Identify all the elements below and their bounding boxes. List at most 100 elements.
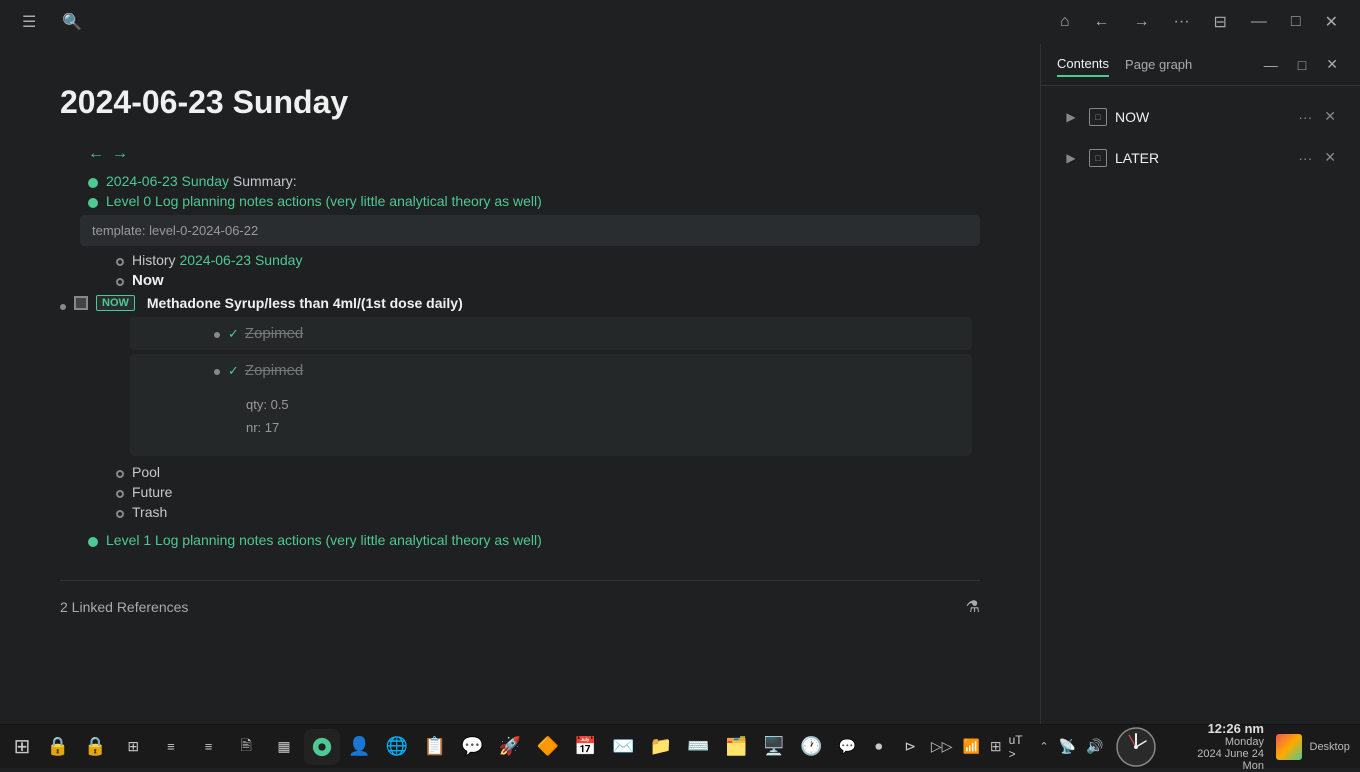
taskbar-calendar[interactable]: 📅 [568,729,604,765]
sidebar-actions: — □ ✕ [1258,52,1344,77]
close-button[interactable]: ✕ [1319,8,1344,36]
sidebar-tabs: Contents Page graph — □ ✕ [1041,44,1360,86]
taskbar-vlc[interactable]: 🔶 [530,729,566,765]
taskbar-grid1[interactable]: ⊞ [115,729,151,765]
menu-button[interactable]: ☰ [16,8,42,36]
tray-obs[interactable]: ⏺ [865,733,893,761]
sidebar-item-now[interactable]: ▶ □ NOW ··· ✕ [1053,98,1348,135]
sidebar-more-now[interactable]: ··· [1294,107,1316,127]
topbar-left: ☰ 🔍 [16,8,88,36]
taskbar-lock1[interactable]: 🔒 [40,729,76,765]
future-dot [116,490,124,498]
sidebar-toggle-button[interactable]: ⊟ [1208,8,1233,36]
color-swatch[interactable] [1276,734,1302,760]
taskbar-file[interactable]: 🖹 [228,729,264,765]
zopimed-bullet-1: ✓ Zopimed [214,323,960,344]
taskbar-menu2[interactable]: ≡ [191,729,227,765]
tray-grid3: ⊞ [987,738,1005,755]
search-button[interactable]: 🔍 [56,8,88,36]
zopimed-dot-2 [214,369,220,375]
nr-label: nr: [246,420,261,435]
taskbar-grid2[interactable]: ▦ [266,729,302,765]
tab-page-graph[interactable]: Page graph [1125,53,1192,76]
taskbar-filemanager[interactable]: 🗂️ [718,729,754,765]
desktop-label[interactable]: Desktop [1306,741,1354,753]
sidebar-close-now[interactable]: ✕ [1320,106,1340,127]
editor-area: 2024-06-23 Sunday ← → 2024-06-23 Sunday … [0,44,1040,724]
taskbar: ⊞ 🔒 🔒 ⊞ ≡ ≡ 🖹 ▦ 👤 🌐 📋 💬 🚀 🔶 📅 ✉️ 📁 ⌨️ 🗂️… [0,724,1360,768]
sidebar-item-actions-now: ··· ✕ [1294,106,1340,127]
taskbar-browser2[interactable]: 🖥️ [756,729,792,765]
check-icon-2: ✓ [228,363,239,379]
main-container: 2024-06-23 Sunday ← → 2024-06-23 Sunday … [0,44,1360,724]
home-button[interactable]: ⌂ [1054,9,1076,35]
taskbar-docs[interactable]: 📋 [417,729,453,765]
taskbar-menu1[interactable]: ≡ [153,729,189,765]
forward-button[interactable]: → [1128,9,1156,35]
tray-signal: 📶 [959,738,982,755]
check-icon-1: ✓ [228,326,239,342]
sidebar-maximize-btn[interactable]: □ [1292,52,1312,77]
more-button[interactable]: ··· [1168,9,1196,35]
ut-label[interactable]: uT > [1009,733,1033,761]
zopimed-dot-1 [214,332,220,338]
pool-bullet: Pool [60,462,980,482]
taskbar-mail[interactable]: ✉️ [605,729,641,765]
start-button[interactable]: ⊞ [6,731,38,763]
taskbar-rocket[interactable]: 🚀 [492,729,528,765]
level1-bullet: Level 1 Log planning notes actions (very… [60,530,980,550]
tray-sound[interactable]: 🔊 [1083,738,1106,755]
qty-value: 0.5 [271,397,289,412]
minimize-button[interactable]: — [1245,9,1273,35]
nav-back-arrow[interactable]: ← [88,145,104,163]
tray-arrow[interactable]: ▷▷ [928,733,956,761]
tray-network[interactable]: 📡 [1056,738,1079,755]
now-label: Now [132,272,164,289]
taskbar-whatsapp[interactable]: 💬 [455,729,491,765]
level1-dot [88,537,98,547]
level1-link[interactable]: Level 1 Log planning notes actions (very… [106,532,542,548]
tab-contents[interactable]: Contents [1057,52,1109,77]
trash-bullet: Trash [60,502,980,522]
history-date-link[interactable]: 2024-06-23 Sunday [179,252,302,268]
taskbar-clock[interactable]: 🕐 [794,729,830,765]
sidebar-expand-now[interactable]: ▶ [1061,107,1081,127]
taskbar-person[interactable]: 👤 [342,729,378,765]
sidebar-expand-later[interactable]: ▶ [1061,148,1081,168]
taskbar-keyboard[interactable]: ⌨️ [681,729,717,765]
zopimed-block-1: ✓ Zopimed [130,317,972,350]
tray-bar[interactable]: ⊳ [896,733,924,761]
level0-dot [88,198,98,208]
sidebar-close-later[interactable]: ✕ [1320,147,1340,168]
methadone-checkbox[interactable] [74,296,88,310]
tray-expand[interactable]: ⌃ [1036,740,1051,753]
history-bullet: History 2024-06-23 Sunday [60,250,980,270]
now-dot [116,278,124,286]
taskbar-lock2[interactable]: 🔒 [78,729,114,765]
clock-time: 12:26 nm [1174,721,1264,736]
nr-value: 17 [265,420,279,435]
summary-date-link[interactable]: 2024-06-23 Sunday [106,173,229,189]
now-badge: NOW [96,295,135,311]
sidebar-close-btn[interactable]: ✕ [1320,52,1344,77]
trash-dot [116,510,124,518]
tray-discord[interactable]: 💬 [833,733,861,761]
zopimed-block-2: ✓ Zopimed qty: 0.5 nr: 17 [130,354,972,456]
sidebar-item-later[interactable]: ▶ □ LATER ··· ✕ [1053,139,1348,176]
sidebar-label-later: LATER [1115,150,1294,166]
taskbar-chrome[interactable]: 🌐 [379,729,415,765]
taskbar-logseq[interactable] [304,729,340,765]
linked-refs-count: 2 Linked References [60,599,188,615]
summary-bullet: 2024-06-23 Sunday Summary: [60,171,980,191]
nav-arrows-row: ← → [60,145,980,163]
sidebar-minimize-btn[interactable]: — [1258,52,1284,77]
back-button[interactable]: ← [1088,9,1116,35]
filter-icon[interactable]: ⚗ [966,597,980,617]
sidebar-more-later[interactable]: ··· [1294,148,1316,168]
level0-link[interactable]: Level 0 Log planning notes actions (very… [106,193,542,209]
nav-forward-arrow[interactable]: → [112,145,128,163]
template-block: template: level-0-2024-06-22 [80,215,980,246]
taskbar-files[interactable]: 📁 [643,729,679,765]
taskbar-clock: 12:26 nm Monday 2024 June 24 Mon [1166,721,1272,772]
maximize-button[interactable]: □ [1285,9,1307,35]
